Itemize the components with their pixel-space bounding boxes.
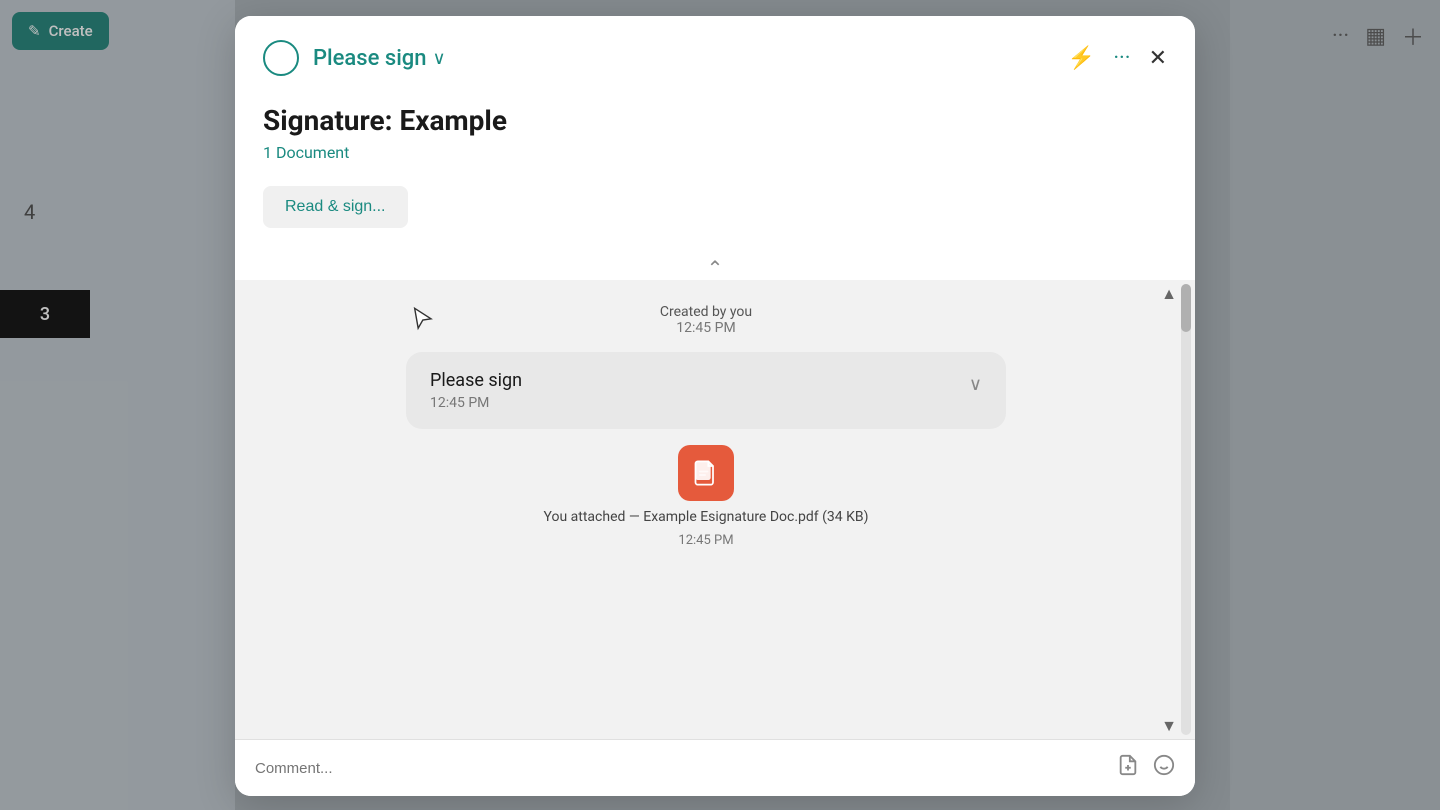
modal-header: Please sign ∨ ⚡ ··· ✕: [263, 40, 1167, 76]
comment-bar: [235, 739, 1195, 796]
created-by-time: 12:45 PM: [660, 320, 752, 336]
scroll-container: Created by you 12:45 PM Please sign 12:4…: [235, 280, 1195, 739]
attachment-text: You attached — Example Esignature Doc.pd…: [544, 509, 869, 525]
modal-divider: ⌃: [235, 248, 1195, 280]
comment-actions: [1117, 754, 1175, 782]
chevron-down-icon: ∨: [433, 48, 446, 69]
attachment-icon: [678, 445, 734, 501]
scrollbar-track[interactable]: [1181, 284, 1191, 735]
modal-title: Signature: Example: [263, 104, 1167, 137]
read-sign-button[interactable]: Read & sign...: [263, 186, 408, 228]
status-dropdown[interactable]: Please sign ∨: [313, 46, 446, 71]
card-chevron-icon: ∨: [969, 374, 982, 395]
scroll-content: Created by you 12:45 PM Please sign 12:4…: [235, 280, 1177, 739]
please-sign-card-content: Please sign 12:45 PM: [430, 370, 522, 411]
please-sign-card-title: Please sign: [430, 370, 522, 391]
status-circle: [263, 40, 299, 76]
created-by-section: Created by you 12:45 PM: [660, 304, 752, 336]
attachment-time: 12:45 PM: [678, 533, 733, 548]
modal-subtitle: 1 Document: [263, 143, 1167, 162]
status-label-text: Please sign: [313, 46, 427, 71]
attach-file-icon[interactable]: [1117, 754, 1139, 782]
modal-top-section: Please sign ∨ ⚡ ··· ✕ Signature: Example…: [235, 16, 1195, 248]
pdf-icon: [692, 459, 720, 487]
created-by-label: Created by you: [660, 304, 752, 320]
chevron-up-icon: ⌃: [707, 256, 724, 280]
emoji-icon[interactable]: [1153, 754, 1175, 782]
attachment-area: You attached — Example Esignature Doc.pd…: [544, 445, 869, 548]
comment-input[interactable]: [255, 760, 1117, 777]
more-options-icon[interactable]: ···: [1113, 46, 1130, 71]
scroll-arrow-up-icon[interactable]: ▲: [1157, 280, 1181, 308]
scrollbar-thumb[interactable]: [1181, 284, 1191, 332]
header-actions: ⚡ ··· ✕: [1068, 46, 1167, 71]
header-left: Please sign ∨: [263, 40, 446, 76]
signature-modal: Please sign ∨ ⚡ ··· ✕ Signature: Example…: [235, 16, 1195, 796]
modal-bottom-section: Created by you 12:45 PM Please sign 12:4…: [235, 280, 1195, 796]
please-sign-card[interactable]: Please sign 12:45 PM ∨: [406, 352, 1006, 429]
scroll-arrow-down-icon[interactable]: ▼: [1157, 712, 1181, 740]
please-sign-card-time: 12:45 PM: [430, 395, 522, 411]
lightning-icon[interactable]: ⚡: [1068, 46, 1095, 71]
close-icon[interactable]: ✕: [1149, 46, 1167, 71]
